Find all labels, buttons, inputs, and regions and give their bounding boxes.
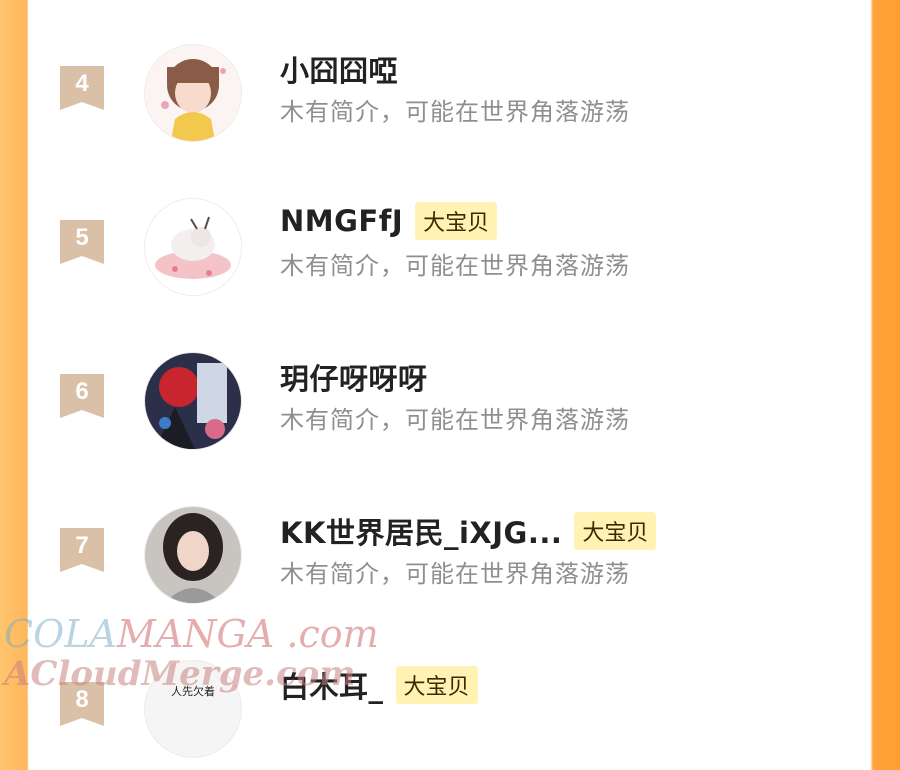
badge-tag: 大宝贝: [395, 666, 478, 704]
user-name[interactable]: 玥仔呀呀呀: [280, 356, 428, 398]
user-bio: 木有简介，可能在世界角落游荡: [280, 560, 630, 588]
rank-number: 7: [75, 532, 89, 559]
user-name[interactable]: NMGFfJ: [280, 204, 403, 238]
list-item[interactable]: 5 NMGFfJ 大宝贝 木有简介，可能在世界角落游荡: [28, 198, 870, 308]
rank-number: 4: [75, 70, 89, 97]
avatar[interactable]: 人先欠着: [144, 660, 242, 758]
user-bio: 木有简介，可能在世界角落游荡: [280, 252, 630, 280]
rank-flag: 5: [60, 220, 104, 264]
avatar[interactable]: [144, 198, 242, 296]
rank-flag: 6: [60, 374, 104, 418]
list-item[interactable]: 7 KK世界居民_iXJG... 大宝贝 木有简介，可能在世界角落游荡: [28, 506, 870, 616]
user-name[interactable]: KK世界居民_iXJG...: [280, 510, 562, 552]
badge-tag: 大宝贝: [415, 202, 498, 240]
name-line: 小囧囧啞: [280, 48, 398, 90]
badge-tag: 大宝贝: [574, 512, 657, 550]
name-line: 白木耳_ 大宝贝: [280, 664, 478, 706]
list-item[interactable]: 8 人先欠着 白木耳_ 大宝贝: [28, 660, 870, 770]
rank-flag: 4: [60, 66, 104, 110]
list-item[interactable]: 4 小囧囧啞 木有简介，可能在世界角落游荡: [28, 44, 870, 154]
rank-flag: 7: [60, 528, 104, 572]
rank-number: 6: [75, 378, 89, 405]
user-bio: 木有简介，可能在世界角落游荡: [280, 98, 630, 126]
rank-flag: 8: [60, 682, 104, 726]
avatar[interactable]: [144, 506, 242, 604]
ranking-panel: 4 小囧囧啞 木有简介，可能在世界角落游荡 5 NMGFfJ 大宝贝 木有简介，…: [28, 0, 870, 758]
name-line: NMGFfJ 大宝贝: [280, 202, 498, 240]
avatar-caption: 人先欠着: [171, 685, 215, 698]
avatar[interactable]: [144, 352, 242, 450]
user-name[interactable]: 白木耳_: [280, 664, 384, 706]
user-name[interactable]: 小囧囧啞: [280, 48, 398, 90]
rank-number: 5: [75, 224, 89, 251]
user-bio: 木有简介，可能在世界角落游荡: [280, 406, 630, 434]
name-line: KK世界居民_iXJG... 大宝贝: [280, 510, 657, 552]
avatar[interactable]: [144, 44, 242, 142]
rank-number: 8: [75, 686, 89, 713]
name-line: 玥仔呀呀呀: [280, 356, 428, 398]
list-item[interactable]: 6 玥仔呀呀呀 木有简介，可能在世界角落游荡: [28, 352, 870, 462]
